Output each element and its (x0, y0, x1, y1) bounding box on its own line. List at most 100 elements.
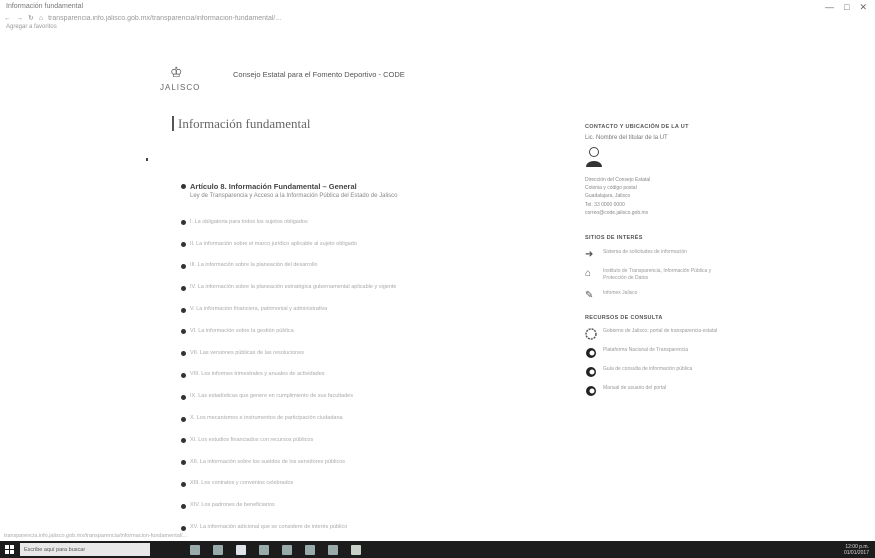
contact-line: Dirección del Consejo Estatal (585, 177, 651, 183)
bullet-icon (181, 329, 186, 335)
list-item[interactable]: I. La obligatoria para todos los sujetos… (181, 211, 561, 233)
avatar (585, 145, 603, 167)
contact-line: Guadalajara, Jalisco (585, 193, 631, 200)
list-item-label: VII. Las versiones públicas de las resol… (190, 349, 305, 356)
app-icon[interactable] (328, 544, 338, 555)
seal-icon (585, 328, 597, 340)
store-icon[interactable] (259, 544, 269, 555)
list-item[interactable]: XII. La información sobre los sueldos de… (181, 451, 561, 473)
resource-link[interactable]: Manual de usuario del portal (585, 385, 725, 397)
logo-text: JALISCO (160, 83, 201, 92)
list-item[interactable]: XIV. Los padrones de beneficiarios (181, 494, 561, 516)
list-item[interactable]: VII. Las versiones públicas de las resol… (181, 342, 561, 364)
resource-link[interactable]: Guía de consulta de información pública (585, 366, 725, 378)
list-item-label: XI. Los estudios financiados con recurso… (190, 436, 314, 443)
list-item[interactable]: XI. Los estudios financiados con recurso… (181, 429, 561, 451)
list-item[interactable]: III. La información sobre la planeación … (181, 255, 561, 277)
bullet-icon (181, 438, 186, 444)
contact-line[interactable]: correo@code.jalisco.gob.mx (585, 209, 725, 217)
file-explorer-icon[interactable] (236, 544, 246, 555)
list-item-label: III. La información sobre la planeación … (190, 262, 318, 269)
minimize-button[interactable]: — (825, 2, 834, 13)
fraction-list: I. La obligatoria para todos los sujetos… (181, 211, 561, 538)
article-subtitle: Ley de Transparencia y Acceso a la Infor… (190, 193, 398, 199)
list-item-label: I. La obligatoria para todos los sujetos… (190, 218, 308, 225)
resources-list: Gobierno de Jalisco, portal de transpare… (585, 328, 725, 397)
browser-tab[interactable]: Información fundamental (6, 3, 83, 10)
org-title: Consejo Estatal para el Fomento Deportiv… (233, 70, 405, 79)
list-item-label: IV. La información sobre la planeación e… (190, 284, 397, 291)
status-bar-url: transparencia.info.jalisco.gob.mx/transp… (4, 533, 188, 539)
circle-icon (586, 367, 596, 378)
list-item[interactable]: VIII. Los informes trimestrales y anuale… (181, 364, 561, 386)
list-item-label: II. La información sobre el marco jurídi… (190, 240, 357, 247)
edge-icon[interactable] (213, 544, 223, 555)
windows-icon (4, 545, 14, 554)
taskbar-apps (190, 544, 361, 555)
list-item[interactable]: VI. La información sobre la gestión públ… (181, 320, 561, 342)
browser-chrome: Información fundamental — □ ✕ ← → ↻ ⌂ tr… (0, 0, 875, 34)
contact-heading: CONTACTO Y UBICACIÓN DE LA UT (585, 124, 689, 130)
bullet-icon (181, 525, 186, 531)
list-item[interactable]: IV. La información sobre la planeación e… (181, 276, 561, 298)
coat-of-arms-icon: ♔ (170, 64, 183, 80)
system-tray[interactable]: 12:00 p.m. 01/01/2017 (844, 544, 869, 556)
resource-label: Plataforma Nacional de Transparencia (603, 347, 689, 354)
bullet-icon (181, 394, 186, 400)
interest-label: Sistema de solicitudes de información (603, 249, 687, 256)
list-item[interactable]: XIII. Los contratos y convenios celebrad… (181, 473, 561, 495)
bullet-icon (181, 220, 186, 226)
circle-icon (586, 348, 596, 359)
contact-line: Tel. 33 0000 0000 (585, 201, 625, 208)
home-icon[interactable]: ⌂ (39, 15, 43, 22)
sidebar: CONTACTO Y UBICACIÓN DE LA UT Lic. Nombr… (585, 124, 725, 397)
interest-link[interactable]: ✎ Infomex Jalisco (585, 290, 725, 301)
address-input[interactable]: transparencia.info.jalisco.gob.mx/transp… (48, 15, 870, 22)
resource-link[interactable]: Gobierno de Jalisco, portal de transpare… (585, 328, 725, 340)
article-heading[interactable]: Artículo 8. Información Fundamental – Ge… (181, 182, 561, 191)
bullet-icon (181, 307, 186, 313)
interest-link[interactable]: ⌂ Instituto de Transparencia, Información… (585, 268, 725, 282)
task-view-icon[interactable] (190, 544, 200, 555)
list-item-label: XV. La información adicional que se cons… (190, 524, 348, 531)
close-button[interactable]: ✕ (859, 2, 867, 13)
list-item-label: X. Los mecanismos e instrumentos de part… (190, 415, 343, 422)
pointer-icon: ➜ (585, 249, 594, 261)
list-item-label: VIII. Los informes trimestrales y anuale… (190, 371, 325, 378)
bullet-icon (181, 481, 186, 487)
building-icon: ⌂ (585, 268, 592, 280)
bullet-icon (181, 503, 186, 509)
mail-icon[interactable] (305, 544, 315, 555)
list-item-label: V. La información financiera, patrimonia… (190, 306, 328, 313)
bookmarks-bar[interactable]: Agregar a favoritos (6, 24, 57, 30)
forward-icon[interactable]: → (16, 15, 23, 22)
resource-label: Guía de consulta de información pública (603, 366, 693, 373)
jalisco-logo[interactable]: ♔ JALISCO (158, 64, 228, 96)
list-item[interactable]: XV. La información adicional que se cons… (181, 516, 561, 538)
bullet-icon (181, 351, 186, 357)
interest-link[interactable]: ➜ Sistema de solicitudes de información (585, 249, 725, 260)
list-item[interactable]: V. La información financiera, patrimonia… (181, 298, 561, 320)
contact-line: Colonia y código postal (585, 185, 637, 192)
fundamental-info-list: Artículo 8. Información Fundamental – Ge… (181, 182, 561, 538)
list-item-label: XIV. Los padrones de beneficiarios (190, 502, 275, 509)
resource-link[interactable]: Plataforma Nacional de Transparencia (585, 347, 725, 359)
list-item[interactable]: IX. Las estadísticas que genere en cumpl… (181, 385, 561, 407)
taskbar: Escribe aquí para buscar 12:00 p.m. 01/0… (0, 541, 875, 558)
back-icon[interactable]: ← (4, 15, 11, 22)
clock-time: 12:00 p.m. (845, 543, 869, 550)
window-controls: — □ ✕ (825, 2, 867, 13)
list-item[interactable]: II. La información sobre el marco jurídi… (181, 233, 561, 255)
resource-label: Gobierno de Jalisco, portal de transpare… (603, 328, 718, 335)
bullet-icon (181, 263, 186, 269)
start-button[interactable] (0, 541, 18, 558)
reload-icon[interactable]: ↻ (28, 14, 34, 22)
bullet-icon (181, 416, 186, 422)
contact-details: Dirección del Consejo Estatal Colonia y c… (585, 176, 725, 217)
maximize-button[interactable]: □ (844, 2, 849, 13)
bullet-icon (181, 184, 186, 189)
taskbar-search[interactable]: Escribe aquí para buscar (20, 543, 150, 556)
app-icon[interactable] (351, 544, 361, 555)
chrome-icon[interactable] (282, 544, 292, 555)
list-item[interactable]: X. Los mecanismos e instrumentos de part… (181, 407, 561, 429)
